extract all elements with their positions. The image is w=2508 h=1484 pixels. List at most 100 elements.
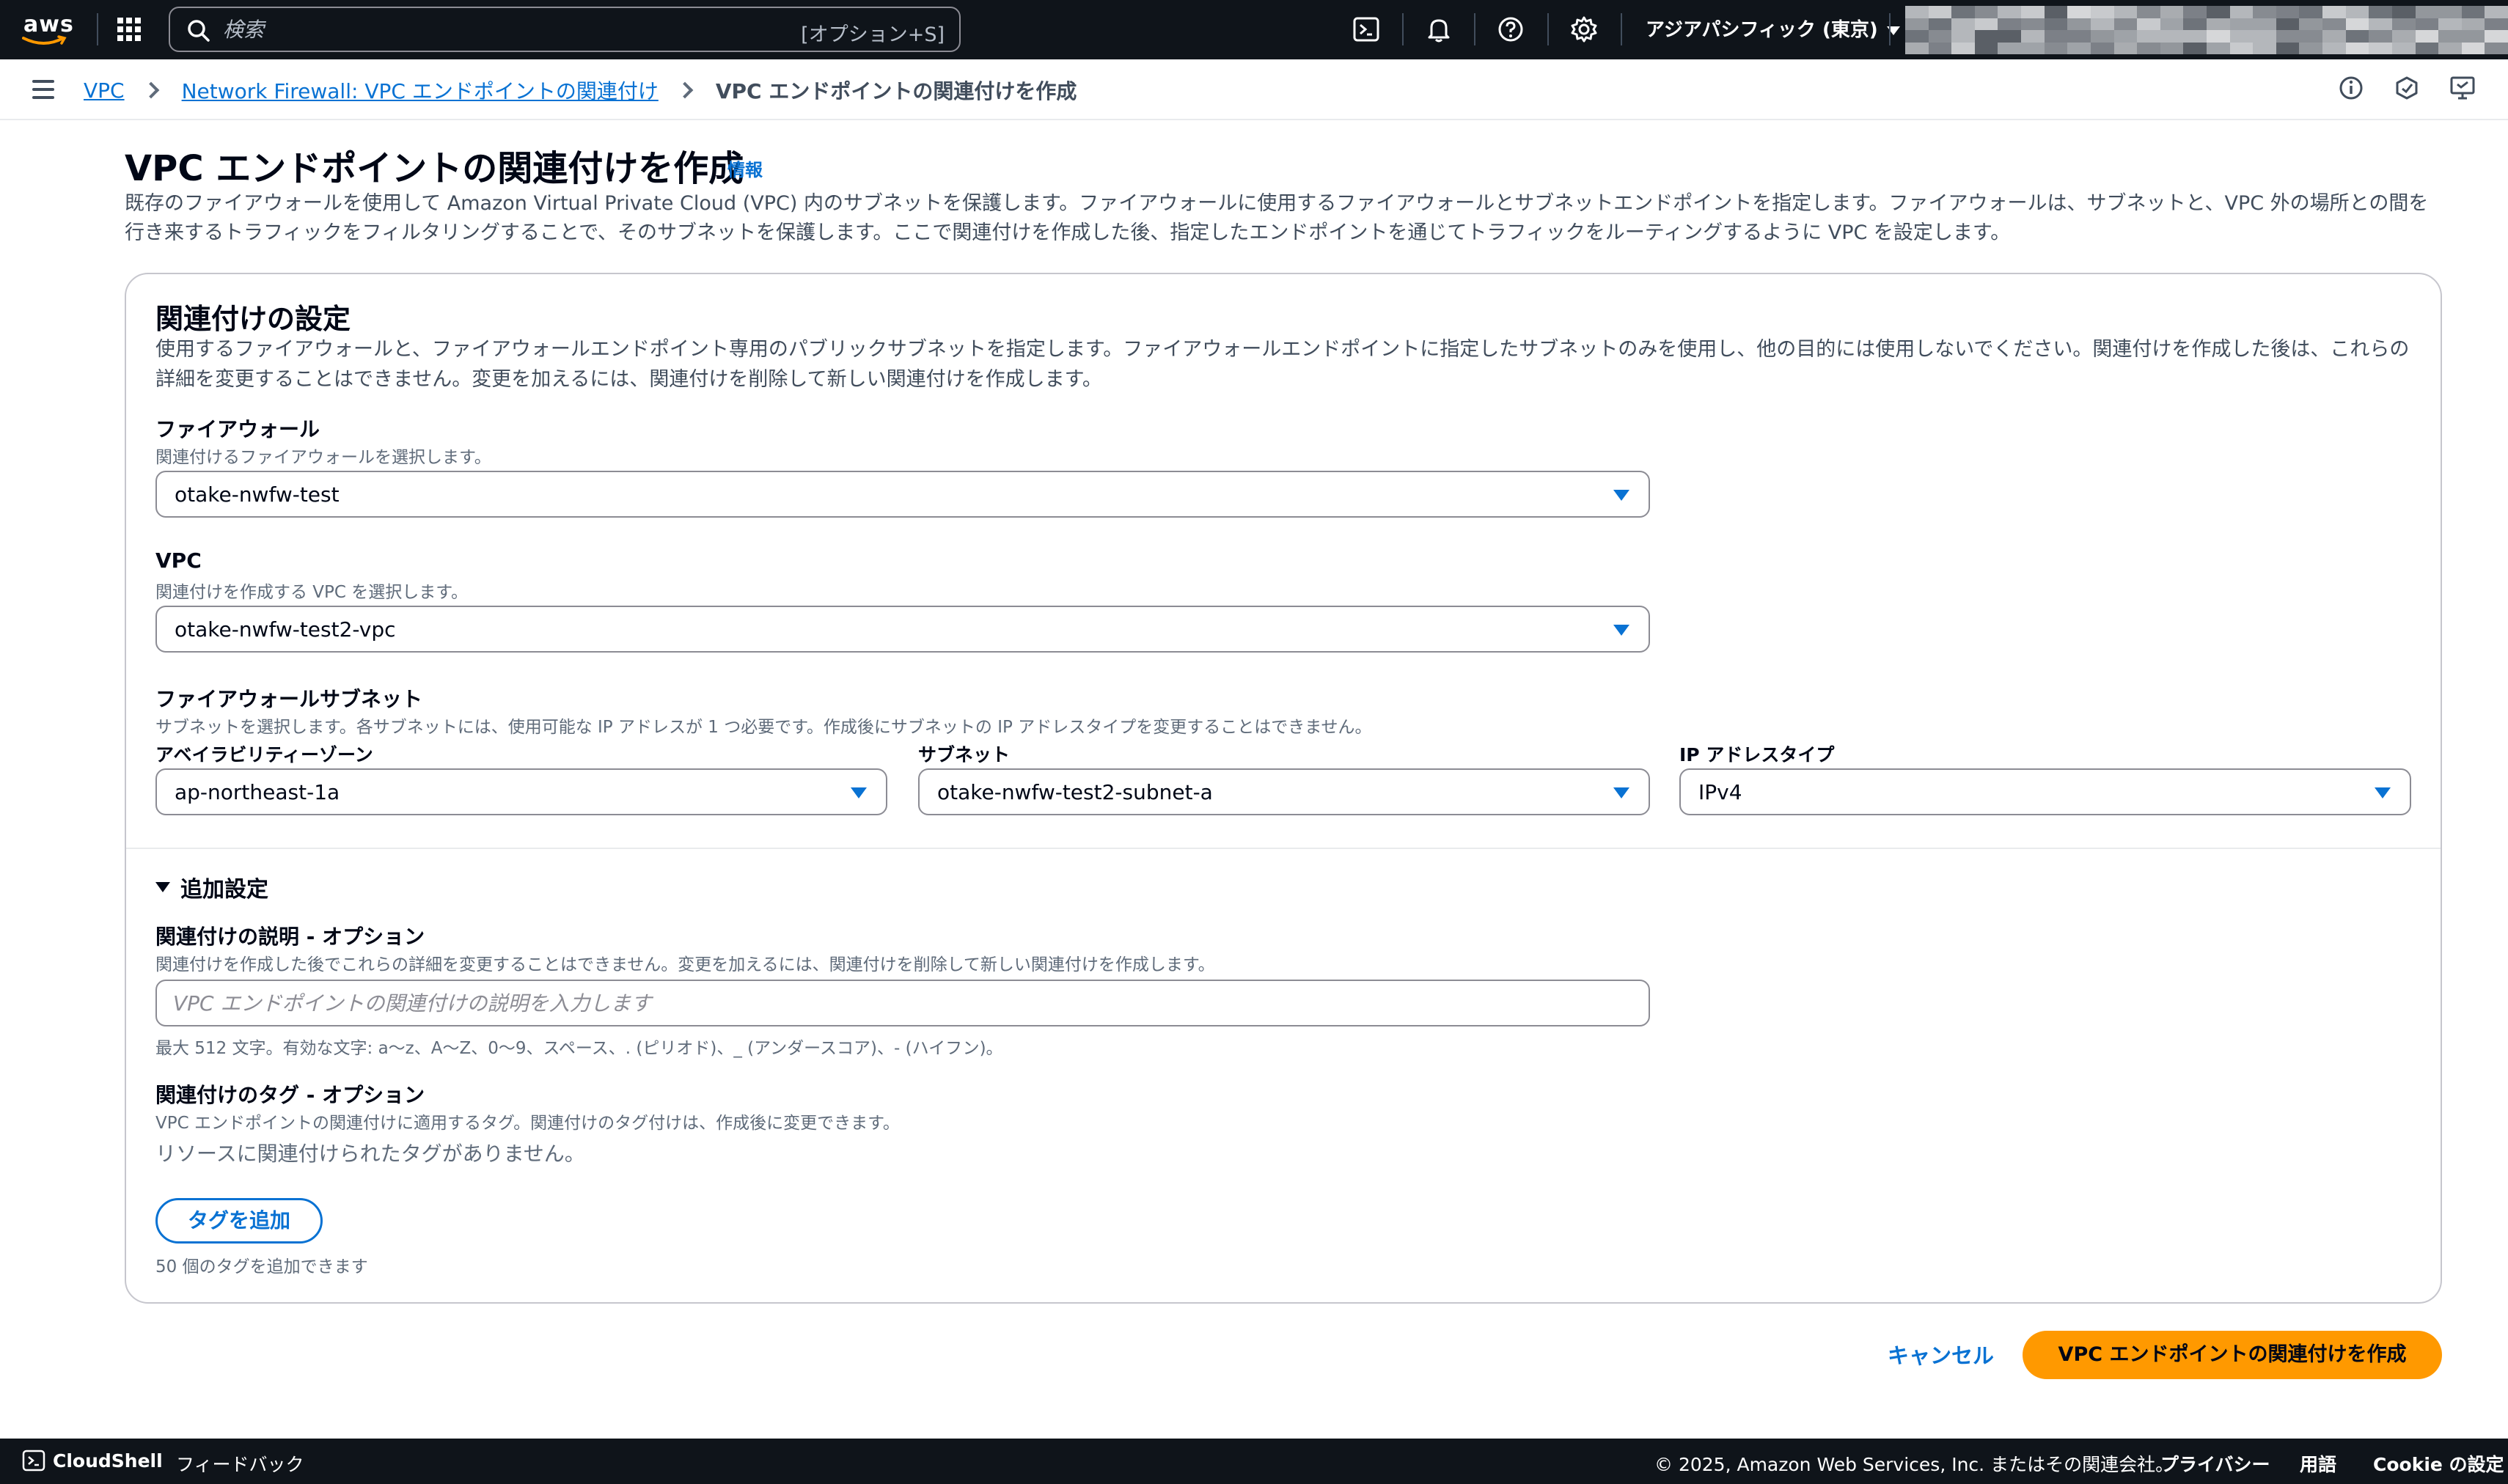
feedback-monitor-icon[interactable] [2448,73,2477,103]
redaction-tile [2229,42,2254,54]
association-description-constraint: 最大 512 文字。有効な文字: a〜z、A〜Z、0〜9、スペース、. (ピリオ… [155,1039,1003,1058]
redaction-tile [1951,30,1975,43]
redaction-tile [1928,6,1952,18]
redaction-tile [2137,6,2160,18]
region-selector[interactable]: アジアパシフィック (東京) [1646,15,1900,42]
redaction-tile [2253,6,2276,18]
create-association-button[interactable]: VPC エンドポイントの関連付けを作成 [2023,1331,2442,1379]
chevron-right-icon [142,81,159,99]
account-menu-redacted[interactable] [1905,6,2508,54]
redaction-tile [2369,6,2392,18]
settings-gear-icon[interactable] [1569,15,1599,44]
redaction-tile [2183,30,2207,43]
cancel-button[interactable]: キャンセル [1888,1339,1994,1370]
info-panel-icon[interactable] [2336,73,2366,103]
redaction-tile [1905,42,1929,54]
breadcrumb-bar: VPC Network Firewall: VPC エンドポイントの関連付け V… [0,59,2508,120]
firewall-select[interactable]: otake-nwfw-test [155,471,1650,518]
redaction-tile [2369,42,2392,54]
redaction-tile [2391,6,2416,18]
redaction-tile [2438,42,2462,54]
additional-settings-label: 追加設定 [180,877,268,903]
redaction-tile [2137,30,2160,43]
redaction-tile [2415,42,2439,54]
redaction-tile [1928,30,1952,43]
redaction-tile [2090,18,2114,30]
redaction-tile [2391,30,2416,43]
redaction-tile [2485,6,2508,18]
nav-divider [1889,13,1891,45]
redaction-tile [2438,6,2462,18]
search-bar[interactable]: [オプション+S] [169,7,961,52]
services-grid-icon[interactable] [116,16,142,43]
caret-down-icon [1613,490,1629,501]
redaction-tile [2322,6,2346,18]
redaction-tile [1998,30,2022,43]
redaction-tile [2461,6,2485,18]
association-description-field[interactable] [155,980,1650,1026]
tags-empty-state: リソースに関連付けられたタグがありません。 [155,1142,585,1166]
aws-logo[interactable]: aws [22,10,73,47]
redaction-tile [2113,30,2138,43]
redaction-tile [2253,30,2276,43]
tags-label: 関連付けのタグ - オプション [155,1083,425,1107]
feedback-link[interactable]: フィードバック [176,1450,304,1477]
ip-type-select-value: IPv4 [1698,780,1742,804]
info-link[interactable]: 情報 [727,155,763,181]
nav-divider [1621,13,1622,45]
redaction-tile [2044,18,2068,30]
redaction-tile [2067,42,2091,54]
redaction-tile [2183,42,2207,54]
menu-hamburger-icon[interactable] [32,80,54,99]
add-tag-button[interactable]: タグを追加 [155,1198,323,1244]
caret-down-icon [155,882,170,892]
association-description-label: 関連付けの説明 - オプション [155,925,425,949]
redaction-tile [2183,18,2207,30]
privacy-link[interactable]: プライバシー [2160,1450,2270,1477]
redaction-tile [1951,18,1975,30]
redaction-tile [1905,18,1929,30]
cookie-settings-link[interactable]: Cookie の設定 [2373,1450,2504,1477]
redaction-tile [2322,30,2346,43]
redaction-tile [2299,42,2323,54]
notifications-bell-icon[interactable] [1424,15,1453,44]
redaction-tile [2253,18,2276,30]
additional-settings-toggle[interactable]: 追加設定 [155,871,268,903]
redaction-tile [2345,18,2369,30]
redaction-tile [1974,42,1998,54]
redaction-tile [2067,18,2091,30]
help-icon[interactable] [1496,15,1525,44]
vpc-select[interactable]: otake-nwfw-test2-vpc [155,606,1650,653]
subnet-label: サブネット [918,744,1011,765]
association-description-input[interactable] [173,988,1610,1018]
redaction-tile [2229,18,2254,30]
availability-zone-select[interactable]: ap-northeast-1a [155,768,887,815]
redaction-tile [2461,18,2485,30]
chevron-right-icon [676,81,694,99]
redaction-tile [2137,18,2160,30]
breadcrumb-link-firewall[interactable]: Network Firewall: VPC エンドポイントの関連付け [182,76,659,105]
subnet-select[interactable]: otake-nwfw-test2-subnet-a [918,768,1650,815]
az-label: アベイラビリティーゾーン [155,744,373,765]
redaction-tile [2021,30,2045,43]
terms-link[interactable]: 用語 [2300,1450,2336,1477]
redaction-tile [2207,18,2230,30]
redaction-tile [1998,42,2022,54]
az-select-value: ap-northeast-1a [175,780,340,804]
redaction-tile [2044,6,2068,18]
breadcrumb-link-vpc[interactable]: VPC [84,78,125,103]
redaction-tile [2207,6,2230,18]
cloudshell-link[interactable]: CloudShell [53,1450,163,1472]
security-shield-icon[interactable] [2392,73,2421,103]
redaction-tile [2415,18,2439,30]
redaction-tile [2369,18,2392,30]
tags-description: VPC エンドポイントの関連付けに適用するタグ。関連付けのタグ付けは、作成後に変… [155,1114,900,1133]
cloudshell-icon[interactable] [1352,15,1381,44]
search-input[interactable] [223,14,810,45]
redaction-tile [2345,6,2369,18]
redaction-tile [2461,42,2485,54]
breadcrumb: VPC Network Firewall: VPC エンドポイントの関連付け V… [84,76,1077,105]
ip-address-type-select[interactable]: IPv4 [1679,768,2411,815]
redaction-tile [2113,18,2138,30]
top-navigation: aws [オプション+S] [0,0,2508,59]
